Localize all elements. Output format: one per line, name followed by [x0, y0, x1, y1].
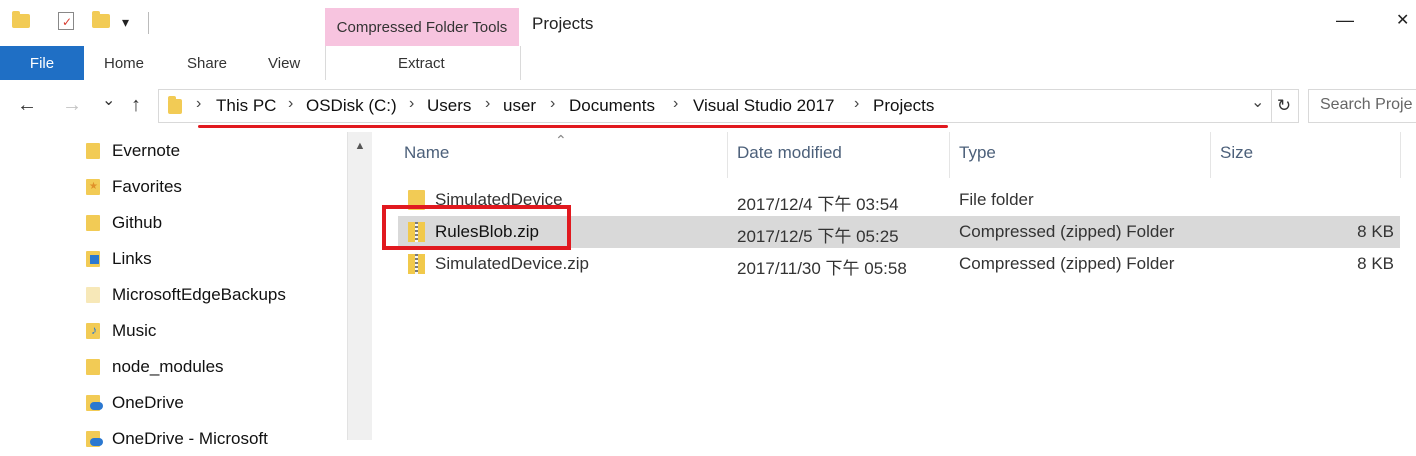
compressed-folder-tools-tab[interactable]: Compressed Folder Tools	[325, 8, 519, 46]
breadcrumb-osdisk[interactable]: OSDisk (C:)	[306, 96, 397, 116]
onedrive-icon	[86, 431, 103, 447]
column-header-date-modified[interactable]: Date modified	[737, 143, 842, 163]
breadcrumb-separator[interactable]: ›	[196, 95, 201, 113]
nav-item-label: node_modules	[112, 357, 224, 376]
forward-button[interactable]: →	[62, 94, 82, 117]
nav-item-label: Music	[112, 321, 157, 340]
links-folder-icon	[86, 251, 100, 267]
refresh-button[interactable]: ↻	[1270, 89, 1299, 123]
breadcrumb-user[interactable]: user	[503, 96, 536, 116]
search-input[interactable]: Search Proje	[1308, 89, 1416, 123]
tab-file[interactable]: File	[0, 46, 84, 80]
address-bar[interactable]: › This PC › OSDisk (C:) › Users › user ›…	[158, 89, 1272, 123]
nav-item-onedrive-microsoft[interactable]: OneDrive - Microsoft	[86, 422, 268, 456]
file-row-simulateddevice-zip[interactable]: SimulatedDevice.zip 2017/11/30 下午 05:58 …	[398, 248, 1400, 280]
favorites-folder-icon: ★	[86, 179, 100, 195]
folder-icon	[12, 11, 30, 28]
nav-item-label: MicrosoftEdgeBackups	[112, 285, 286, 304]
nav-item-onedrive[interactable]: OneDrive	[86, 386, 184, 420]
zip-folder-icon	[408, 254, 425, 274]
tab-home[interactable]: Home	[104, 46, 144, 80]
file-size: 8 KB	[1357, 222, 1394, 241]
nav-item-label: OneDrive	[112, 393, 184, 412]
nav-item-label: Evernote	[112, 141, 181, 160]
column-divider[interactable]	[949, 132, 950, 178]
nav-scrollbar[interactable]: ▲	[347, 132, 372, 440]
music-folder-icon: ♪	[86, 323, 100, 339]
column-header-type[interactable]: Type	[959, 143, 996, 163]
breadcrumb-this-pc[interactable]: This PC	[216, 96, 276, 116]
navigation-pane: Evernote ★ Favorites Github Links Micros…	[0, 132, 372, 448]
address-dropdown-icon[interactable]: ⌄	[1251, 92, 1264, 112]
breadcrumb-separator[interactable]: ›	[550, 95, 555, 113]
file-size: 8 KB	[1357, 254, 1394, 273]
nav-item-links[interactable]: Links	[86, 242, 152, 276]
quick-access-dropdown-icon[interactable]: ▾	[122, 14, 129, 31]
breadcrumb-separator[interactable]: ›	[854, 95, 859, 113]
file-type: Compressed (zipped) Folder	[959, 222, 1175, 241]
title-divider	[148, 12, 149, 34]
file-name: SimulatedDevice.zip	[435, 254, 590, 273]
file-list: ⌃ Name Date modified Type Size Simulated…	[372, 132, 1416, 440]
up-button[interactable]: ↑	[131, 94, 141, 117]
nav-item-music[interactable]: ♪ Music	[86, 314, 156, 348]
ribbon-tabs: File Home Share View Extract	[0, 46, 1416, 81]
folder-icon	[86, 287, 100, 303]
onedrive-icon	[86, 395, 103, 411]
window-title: Projects	[532, 14, 594, 33]
breadcrumb-separator[interactable]: ›	[673, 95, 678, 113]
file-type: Compressed (zipped) Folder	[959, 254, 1175, 273]
scroll-up-arrow-icon[interactable]: ▲	[348, 140, 372, 152]
nav-item-microsoftedgebackups[interactable]: MicrosoftEdgeBackups	[86, 278, 286, 312]
column-divider[interactable]	[1400, 132, 1401, 178]
nav-item-label: OneDrive - Microsoft	[112, 429, 268, 448]
column-divider[interactable]	[727, 132, 728, 178]
tab-share[interactable]: Share	[187, 46, 227, 80]
folder-icon	[86, 359, 100, 375]
folder-icon	[86, 143, 100, 159]
column-header-size[interactable]: Size	[1220, 143, 1253, 163]
recent-locations-icon[interactable]: ⌄	[102, 90, 115, 110]
nav-item-favorites[interactable]: ★ Favorites	[86, 170, 182, 204]
nav-item-evernote[interactable]: Evernote	[86, 134, 180, 168]
folder-icon	[168, 96, 182, 114]
file-date: 2017/12/5 下午 05:25	[737, 227, 899, 246]
file-date: 2017/12/4 下午 03:54	[737, 195, 899, 214]
nav-item-label: Links	[112, 249, 152, 268]
column-header-name[interactable]: Name	[404, 143, 449, 163]
nav-item-github[interactable]: Github	[86, 206, 162, 240]
folder-icon	[86, 215, 100, 231]
breadcrumb-separator[interactable]: ›	[485, 95, 490, 113]
nav-item-label: Favorites	[112, 177, 182, 196]
breadcrumb-visual-studio[interactable]: Visual Studio 2017	[693, 96, 834, 116]
breadcrumb-projects[interactable]: Projects	[873, 96, 934, 116]
column-divider[interactable]	[1210, 132, 1211, 178]
tab-view[interactable]: View	[268, 46, 300, 80]
minimize-button[interactable]: —	[1336, 10, 1354, 31]
annotation-highlight-box	[382, 205, 571, 250]
breadcrumb-documents[interactable]: Documents	[569, 96, 655, 116]
nav-item-node-modules[interactable]: node_modules	[86, 350, 224, 384]
breadcrumb-separator[interactable]: ›	[409, 95, 414, 113]
extract-tab-container: Extract	[325, 46, 521, 80]
new-folder-icon[interactable]	[92, 11, 110, 28]
nav-item-label: Github	[112, 213, 163, 232]
tab-extract[interactable]: Extract	[398, 46, 445, 80]
close-icon[interactable]: ✕	[1396, 10, 1409, 30]
search-placeholder: Search Proje	[1320, 96, 1413, 113]
file-type: File folder	[959, 190, 1034, 209]
properties-icon[interactable]: ✓	[58, 12, 74, 30]
breadcrumb-separator[interactable]: ›	[288, 95, 293, 113]
sort-ascending-icon: ⌃	[555, 132, 567, 148]
file-date: 2017/11/30 下午 05:58	[737, 259, 907, 278]
breadcrumb-users[interactable]: Users	[427, 96, 471, 116]
back-button[interactable]: ←	[17, 94, 37, 117]
annotation-underline	[198, 125, 948, 128]
title-bar: ✓ ▾ Compressed Folder Tools Projects — ✕	[0, 0, 1416, 46]
